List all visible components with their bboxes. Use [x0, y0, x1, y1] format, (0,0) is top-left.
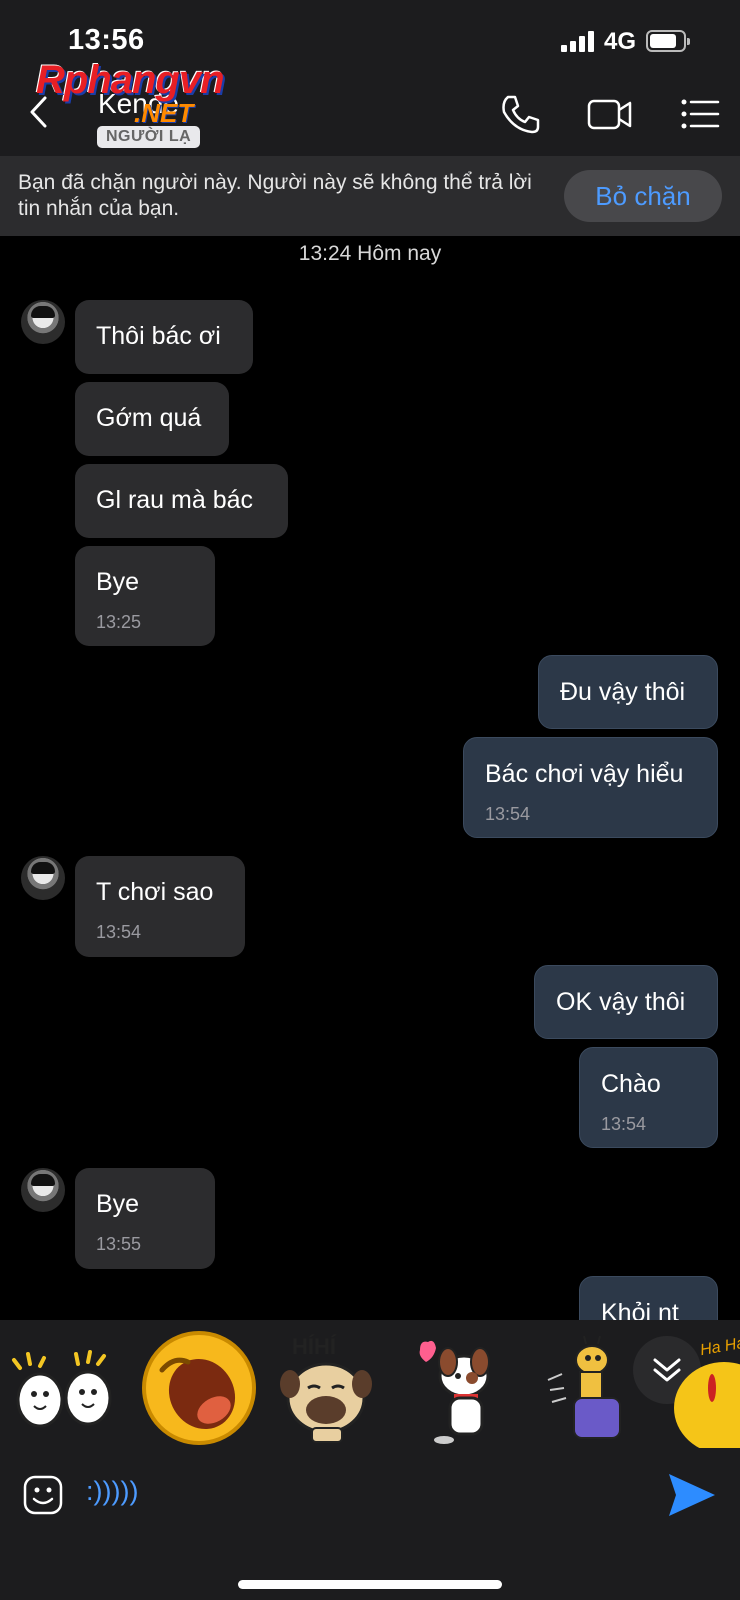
message-text: T chơi sao: [96, 878, 214, 906]
message-text: Bác chơi vậy hiểu: [485, 760, 684, 788]
message-bubble-outgoing[interactable]: Chào 13:54: [579, 1047, 718, 1148]
message-timestamp: 13:54: [601, 1114, 647, 1134]
message-text: Bye: [96, 1190, 140, 1218]
message-bubble-outgoing[interactable]: Đu vậy thôi: [538, 655, 718, 729]
battery-level: [650, 34, 676, 48]
message-text: Chào: [601, 1070, 661, 1098]
message-bubble-outgoing[interactable]: Bác chơi vậy hiểu 13:54: [463, 737, 718, 838]
chat-header: Kendé NGƯỜI LẠ Rphangvn .NET: [0, 58, 740, 156]
blocked-notice-text: Bạn đã chặn người này. Người này sẽ khôn…: [18, 171, 532, 220]
message-text: Bye: [96, 568, 140, 596]
message-text: Gl rau mà bác: [96, 486, 254, 514]
message-composer: :))))): [0, 1456, 740, 1600]
sticker-caption: Ha Ha: [699, 1335, 740, 1360]
contact-avatar[interactable]: [21, 856, 65, 900]
message-timestamp: 13:55: [96, 1234, 142, 1254]
message-bubble-incoming[interactable]: Thôi bác ơi: [75, 300, 253, 374]
battery-icon: [646, 30, 690, 52]
message-timestamp: 13:54: [485, 804, 531, 824]
message-bubble-incoming[interactable]: Gớm quá: [75, 382, 229, 456]
sticker-emoji-icon[interactable]: [22, 1474, 64, 1516]
message-text: Gớm quá: [96, 404, 202, 432]
message-text: Thôi bác ơi: [96, 322, 221, 350]
message-bubble-incoming[interactable]: T chơi sao 13:54: [75, 856, 245, 957]
message-timestamp: 13:54: [96, 922, 142, 942]
message-input[interactable]: :))))): [86, 1476, 626, 1516]
signal-strength-icon: [561, 30, 597, 52]
sticker-caption: HÍHÍ: [292, 1334, 337, 1359]
haha-yellow-sticker[interactable]: Ha Ha: [668, 1328, 740, 1448]
watermark-sub-text: .NET: [134, 98, 194, 128]
watermark-main-text: Rphangvn: [36, 58, 225, 102]
blocked-banner: Bạn đã chặn người này. Người này sẽ khôn…: [0, 156, 740, 236]
contact-avatar[interactable]: [21, 300, 65, 344]
message-text: OK vậy thôi: [556, 988, 686, 1016]
date-separator: 13:24 Hôm nay: [298, 242, 442, 265]
unblock-button[interactable]: Bỏ chặn: [564, 170, 722, 222]
message-bubble-incoming[interactable]: Bye 13:55: [75, 1168, 215, 1269]
watermark-logo: Rphangvn .NET: [36, 58, 266, 142]
home-indicator: [238, 1580, 502, 1589]
phone-icon[interactable]: [498, 92, 542, 136]
menu-list-icon[interactable]: [678, 92, 722, 136]
dog-with-heart-sticker[interactable]: [400, 1328, 518, 1448]
contact-avatar[interactable]: [21, 1168, 65, 1212]
video-call-icon[interactable]: [586, 92, 634, 136]
bouncing-egg-characters-sticker[interactable]: [6, 1328, 124, 1448]
sticker-suggestion-bar: HÍHÍ Ha Ha: [0, 1320, 740, 1456]
message-bubble-outgoing[interactable]: OK vậy thôi: [534, 965, 718, 1039]
pug-hihi-sticker[interactable]: HÍHÍ: [268, 1328, 386, 1448]
send-icon[interactable]: [666, 1470, 718, 1520]
message-bubble-incoming[interactable]: Gl rau mà bác: [75, 464, 288, 538]
message-timestamp: 13:25: [96, 612, 142, 632]
network-type: 4G: [604, 28, 637, 55]
laughing-emoji-sticker[interactable]: [140, 1328, 258, 1448]
message-text: Đu vậy thôi: [560, 678, 686, 706]
status-time: 13:56: [68, 24, 145, 56]
message-bubble-incoming[interactable]: Bye 13:25: [75, 546, 215, 646]
